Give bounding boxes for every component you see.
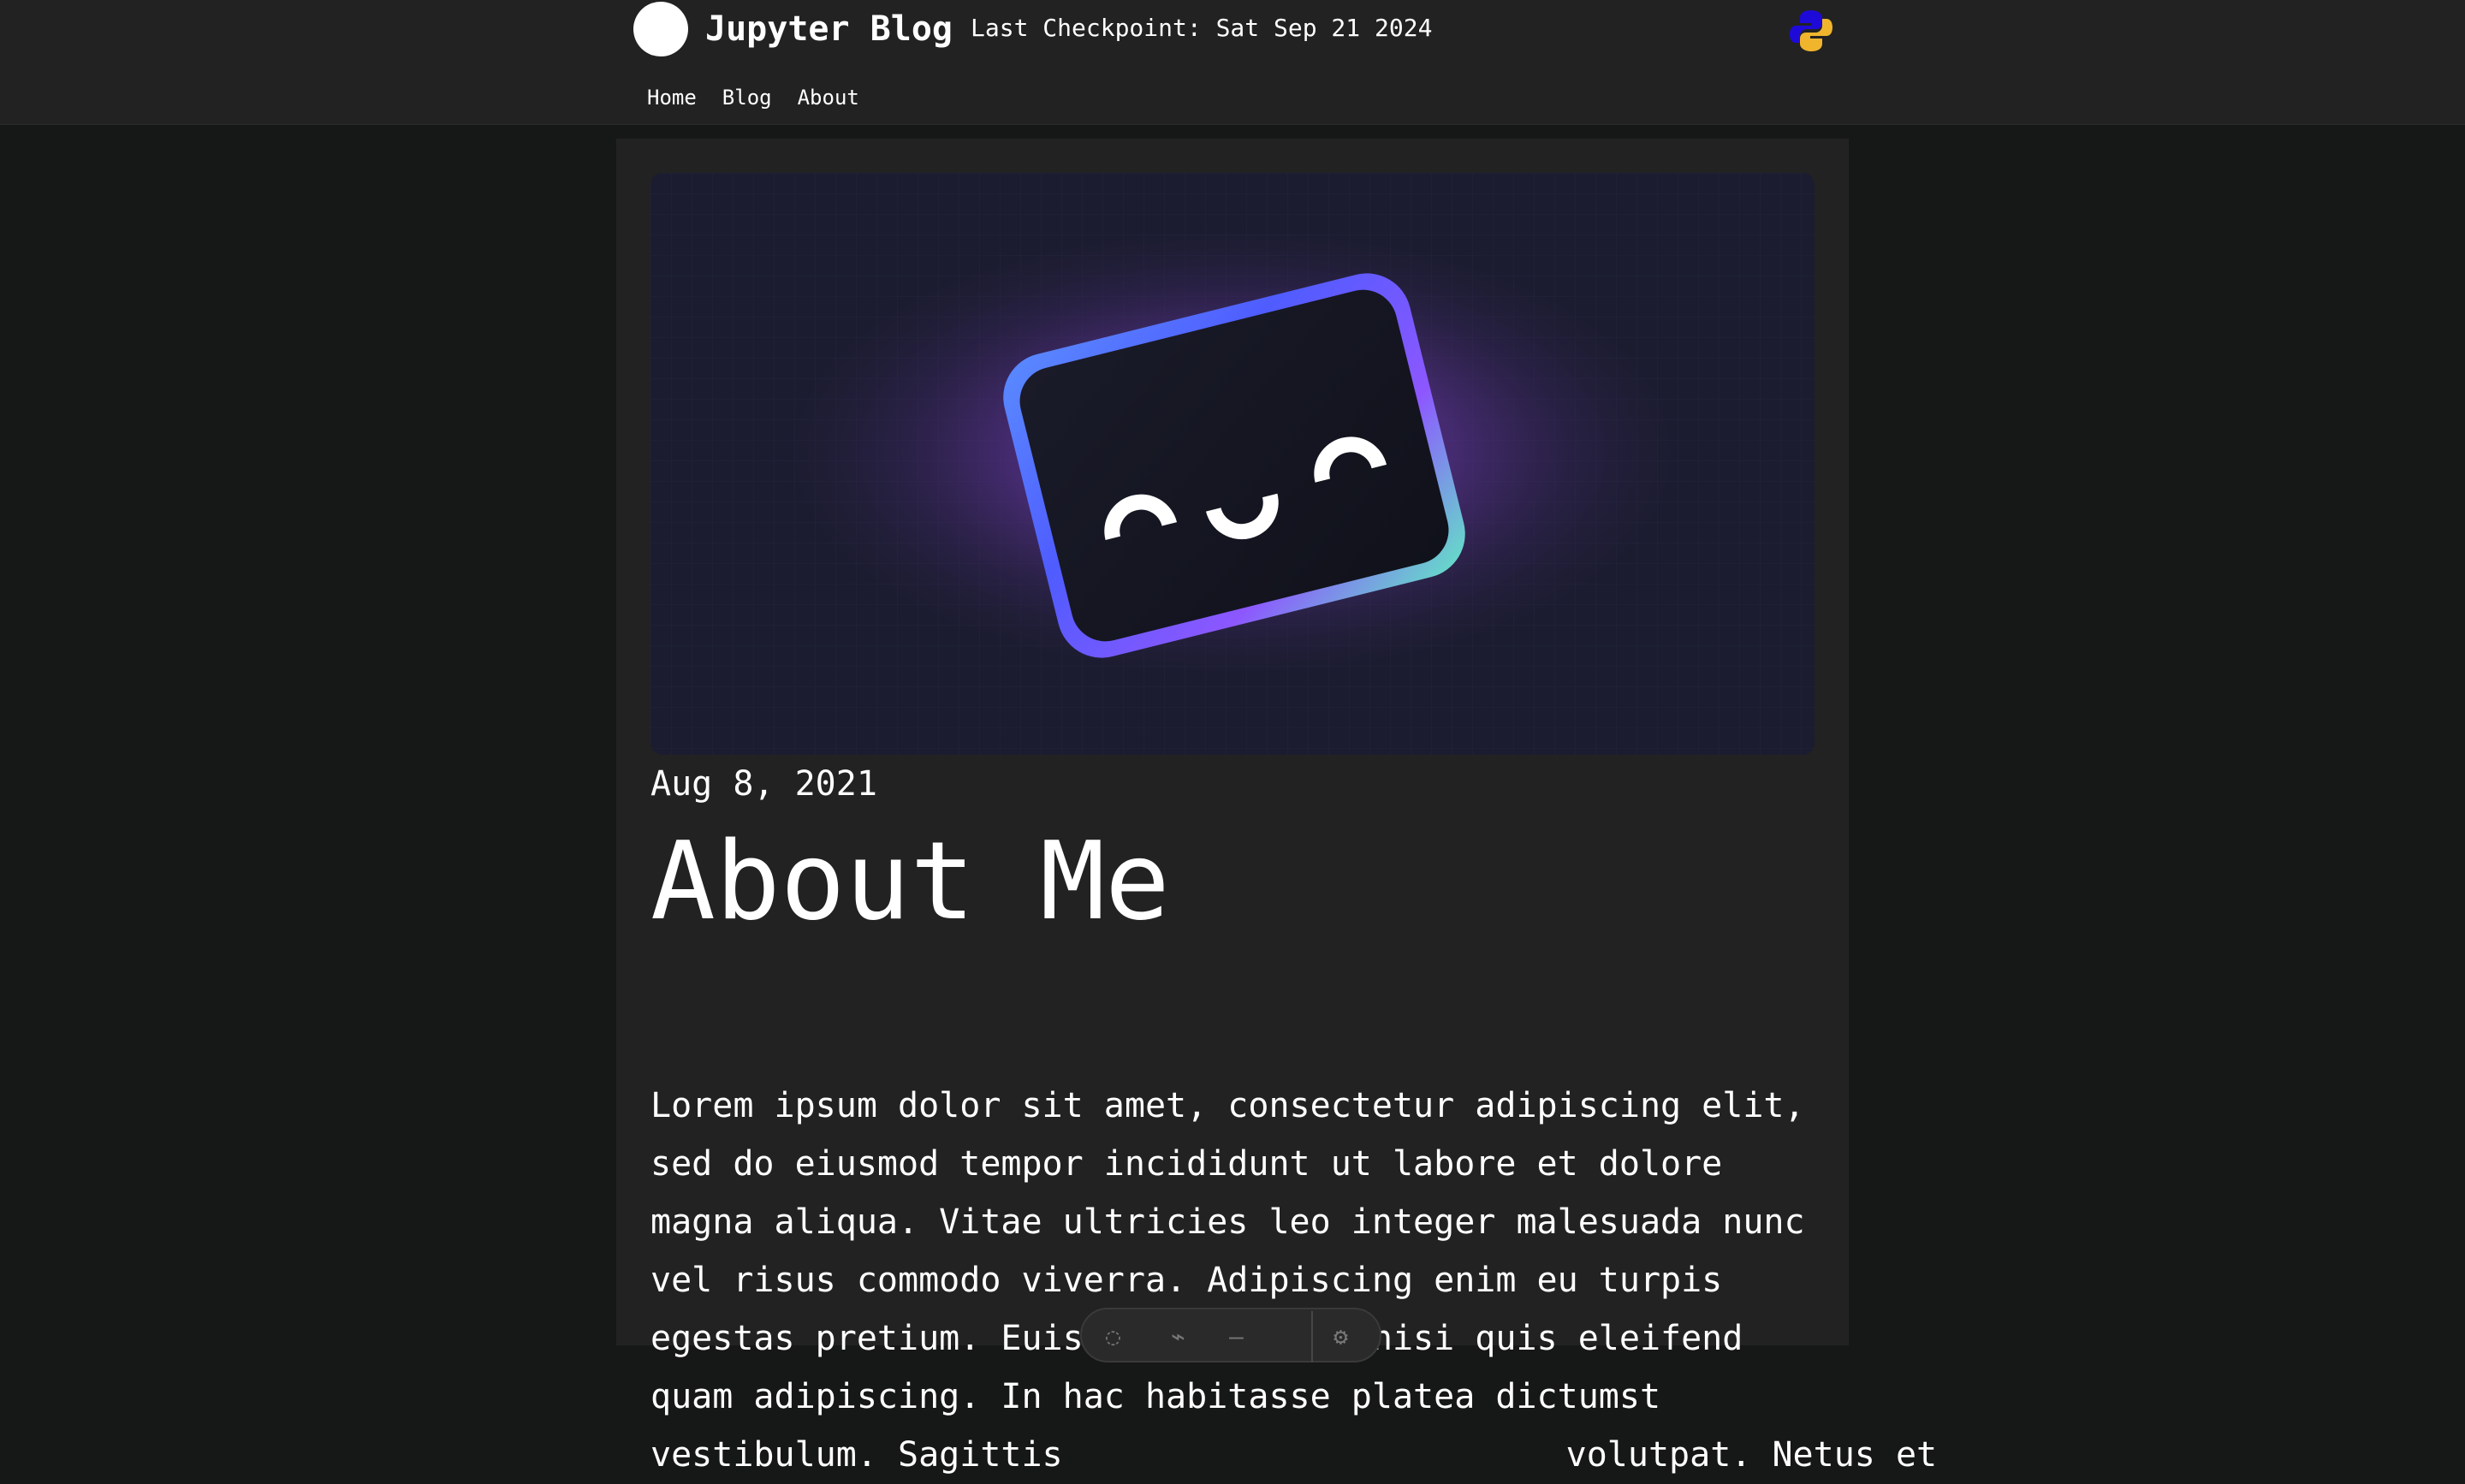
nav-blog-link[interactable]: Blog bbox=[722, 80, 772, 115]
main-nav: Home Blog About bbox=[647, 80, 859, 115]
last-checkpoint: Last Checkpoint: Sat Sep 21 2024 bbox=[971, 14, 1433, 42]
site-logo[interactable] bbox=[633, 2, 688, 56]
post-body-line: vel risus commodo viverra. Adipiscing en… bbox=[650, 1261, 1723, 1300]
python-icon-svg bbox=[1790, 10, 1832, 51]
post-body-line: magna aliqua. Vitae ultricies leo intege… bbox=[650, 1202, 1805, 1242]
floating-toolbar-icon[interactable]: ⌁ bbox=[1171, 1323, 1185, 1350]
toolbar-divider bbox=[1311, 1311, 1313, 1362]
post-body: Lorem ipsum dolor sit amet, consectetur … bbox=[650, 1077, 1937, 1484]
post-body-line: quam adipiscing. In hac habitasse platea… bbox=[650, 1377, 1661, 1416]
content-panel: Aug 8, 2021 About Me Lorem ipsum dolor s… bbox=[616, 139, 1937, 1475]
post-body-line: Lorem ipsum dolor sit amet, consectetur … bbox=[650, 1086, 1805, 1125]
navbar-container: Jupyter Blog Last Checkpoint: Sat Sep 21… bbox=[616, 0, 1849, 125]
hero-illustration bbox=[650, 173, 1815, 755]
nav-home-link[interactable]: Home bbox=[647, 80, 697, 115]
nav-about-link[interactable]: About bbox=[798, 80, 859, 115]
post-title: About Me bbox=[650, 818, 1170, 944]
post-hero-image bbox=[650, 173, 1815, 755]
floating-toolbar-icon[interactable]: — bbox=[1229, 1323, 1244, 1350]
floating-toolbar-icon[interactable]: ⚙ bbox=[1333, 1323, 1348, 1350]
post-body-line-end: volutpat. Netus et bbox=[1565, 1435, 1938, 1475]
top-navbar: Jupyter Blog Last Checkpoint: Sat Sep 21… bbox=[0, 0, 2465, 125]
post-date: Aug 8, 2021 bbox=[650, 764, 877, 804]
post-body-line-partial: vestibulum. Sagittis volutpat. Netus et bbox=[650, 1426, 1937, 1484]
python-icon[interactable] bbox=[1789, 9, 1833, 53]
post-body-line: sed do eiusmod tempor incididunt ut labo… bbox=[650, 1144, 1723, 1184]
floating-toolbar[interactable]: ◌ ⌁ — ⚙ bbox=[1080, 1308, 1381, 1362]
floating-toolbar-icon[interactable]: ◌ bbox=[1106, 1323, 1120, 1350]
post-body-line-start: vestibulum. Sagittis bbox=[650, 1435, 1063, 1475]
site-title[interactable]: Jupyter Blog bbox=[705, 5, 953, 53]
